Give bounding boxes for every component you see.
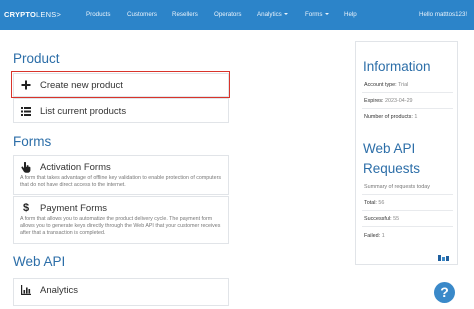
analytics-label: Analytics — [40, 284, 79, 296]
account-type: Account type: Trial — [364, 82, 409, 88]
page: CRYPTOLENS> Products Customers Resellers… — [0, 0, 474, 309]
nav-forms[interactable]: Forms — [305, 11, 329, 18]
web-api-requests-heading-2: Requests — [363, 161, 421, 176]
brand-logo[interactable]: CRYPTOLENS> — [4, 10, 61, 19]
information-heading: Information — [363, 59, 431, 74]
caret-down-icon — [324, 13, 329, 15]
requests-successful: Successful: 55 — [364, 216, 400, 222]
activation-forms-label: Activation Forms — [40, 161, 111, 173]
nav-help[interactable]: Help — [344, 11, 357, 18]
nav-resellers[interactable]: Resellers — [172, 11, 198, 18]
divider — [362, 226, 453, 227]
payment-forms-label: Payment Forms — [40, 202, 108, 214]
requests-total: Total: 56 — [364, 200, 385, 206]
help-button[interactable]: ? — [434, 282, 455, 303]
web-api-requests-heading-1: Web API — [363, 141, 416, 156]
activation-forms-description: A form that takes advantage of offline k… — [20, 175, 222, 188]
list-icon — [20, 105, 32, 117]
divider — [362, 108, 453, 109]
top-navbar: CRYPTOLENS> Products Customers Resellers… — [0, 0, 474, 30]
bar-chart-icon — [20, 284, 32, 296]
user-menu[interactable]: Hello matttos123! — [419, 11, 467, 18]
payment-forms-item[interactable]: $ Payment Forms A form that allows you t… — [13, 196, 229, 244]
requests-summary: Summary of requests today — [364, 184, 430, 190]
nav-analytics-label: Analytics — [257, 11, 282, 18]
nav-operators[interactable]: Operators — [214, 11, 242, 18]
activation-forms-item[interactable]: Activation Forms A form that takes advan… — [13, 155, 229, 195]
payment-forms-description: A form that allows you to automatize the… — [20, 216, 221, 236]
analytics-item[interactable]: Analytics — [13, 278, 229, 306]
product-heading: Product — [13, 51, 60, 66]
web-api-heading: Web API — [13, 254, 66, 269]
dollar-icon: $ — [22, 202, 30, 214]
expires: Expires: 2023-04-29 — [364, 98, 413, 104]
selection-highlight — [11, 71, 230, 98]
hand-pointer-icon — [20, 161, 32, 173]
divider — [362, 194, 453, 195]
information-panel: Information Account type: Trial Expires:… — [355, 41, 458, 265]
number-of-products: Number of products: 1 — [364, 114, 418, 120]
nav-products[interactable]: Products — [86, 11, 110, 18]
requests-failed: Failed: 1 — [364, 233, 385, 239]
list-current-products-label: List current products — [40, 105, 127, 117]
divider — [362, 92, 453, 93]
forms-heading: Forms — [13, 134, 52, 149]
nav-forms-label: Forms — [305, 11, 323, 18]
caret-down-icon — [283, 13, 288, 15]
nav-customers[interactable]: Customers — [127, 11, 157, 18]
nav-analytics[interactable]: Analytics — [257, 11, 288, 18]
mini-chart-icon[interactable] — [438, 248, 450, 266]
divider — [362, 210, 453, 211]
list-current-products-item[interactable]: List current products — [13, 98, 229, 123]
